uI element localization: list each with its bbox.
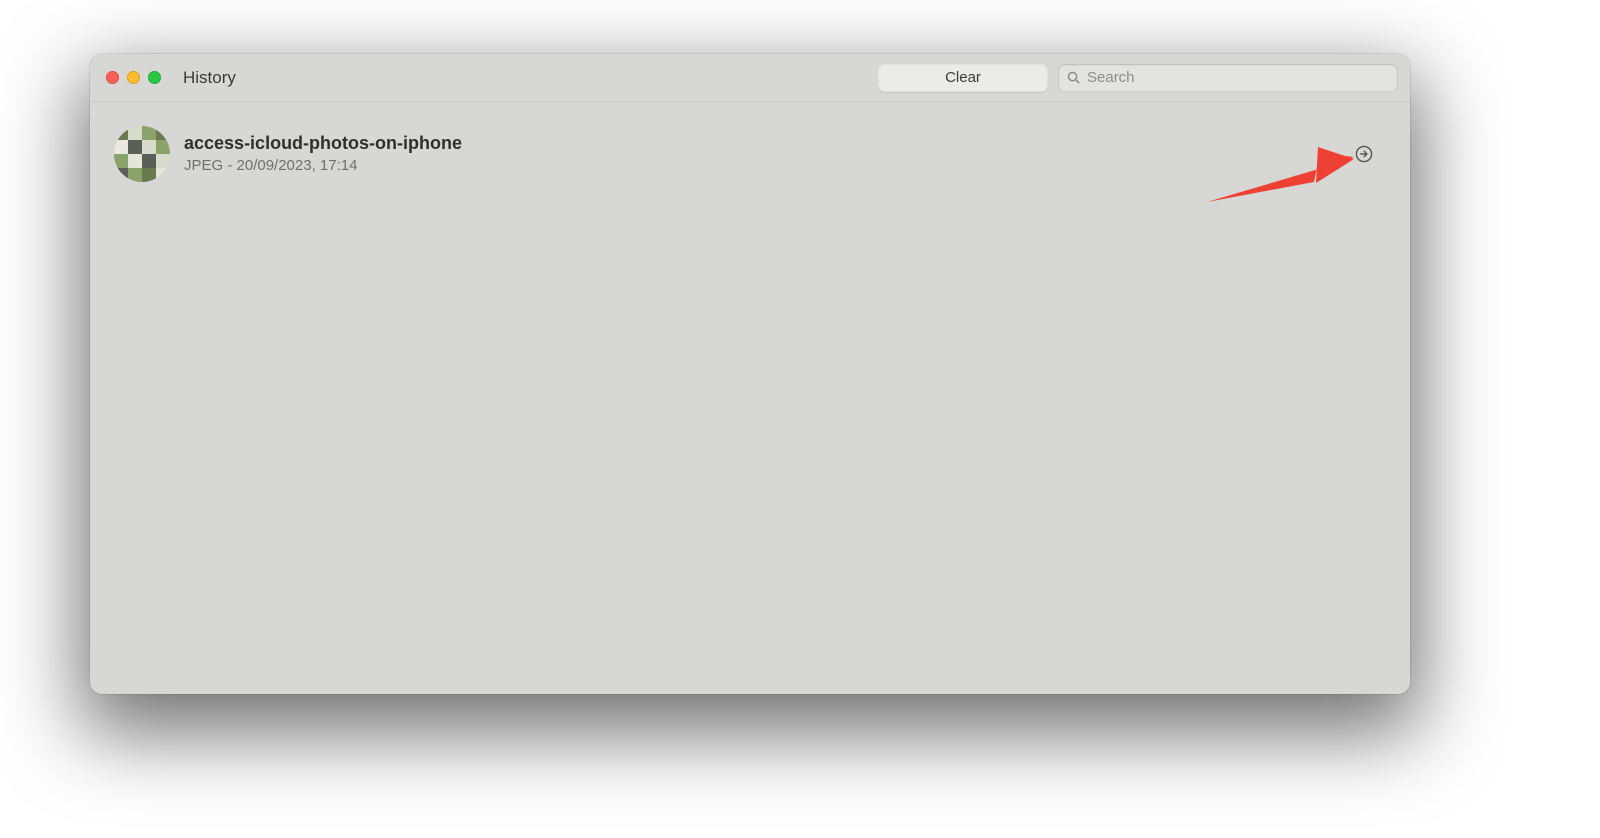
arrow-right-circle-icon (1354, 144, 1374, 164)
clear-button-label: Clear (945, 69, 981, 86)
history-row-subtitle: JPEG - 20/09/2023, 17:14 (184, 156, 1340, 176)
history-list: access-icloud-photos-on-iphone JPEG - 20… (90, 102, 1410, 694)
search-icon (1066, 70, 1081, 85)
close-window-button[interactable] (106, 71, 119, 84)
titlebar: History Clear (90, 54, 1410, 102)
search-input[interactable] (1087, 69, 1390, 86)
open-item-button[interactable] (1354, 144, 1374, 164)
search-field[interactable] (1058, 64, 1398, 92)
traffic-lights (106, 71, 161, 84)
history-window: History Clear (90, 54, 1410, 694)
window-title: History (183, 68, 236, 88)
history-row-text: access-icloud-photos-on-iphone JPEG - 20… (184, 132, 1340, 176)
history-row-title: access-icloud-photos-on-iphone (184, 132, 1340, 155)
zoom-window-button[interactable] (148, 71, 161, 84)
history-row[interactable]: access-icloud-photos-on-iphone JPEG - 20… (110, 120, 1390, 188)
minimize-window-button[interactable] (127, 71, 140, 84)
history-thumbnail (114, 126, 170, 182)
clear-button[interactable]: Clear (878, 64, 1048, 92)
